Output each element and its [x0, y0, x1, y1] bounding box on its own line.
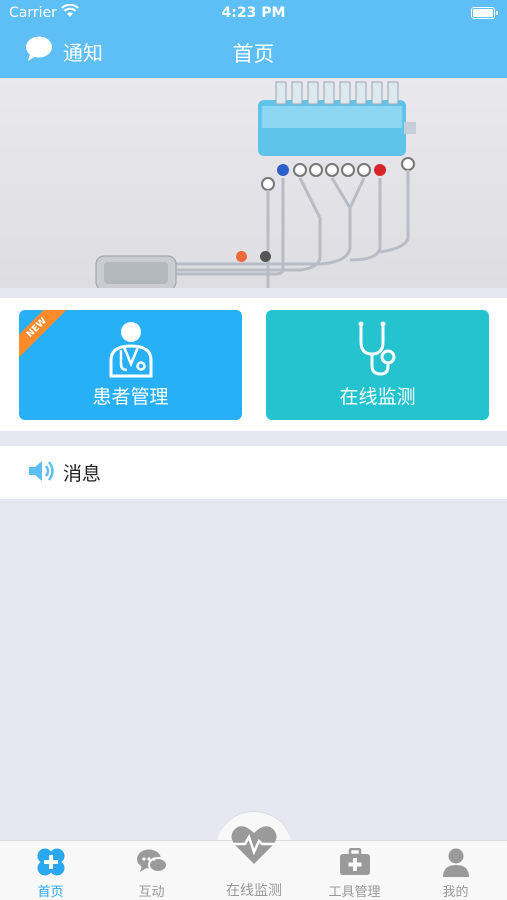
home-cross-icon: [36, 848, 66, 880]
tab-interaction[interactable]: 互动: [101, 841, 202, 900]
messages-label: 消息: [63, 463, 102, 485]
top-bar: Carrier 4:23 PM 通知 首页: [0, 0, 507, 78]
messages-section-header: 消息: [0, 446, 507, 499]
feature-cards: NEW 患者管理 在线监测: [0, 298, 507, 431]
patient-management-card[interactable]: NEW 患者管理: [19, 310, 242, 420]
carousel-dot-active: [236, 251, 247, 262]
tab-interaction-label: 互动: [138, 885, 165, 900]
speaker-icon: [27, 459, 55, 487]
tab-home-label: 首页: [37, 885, 64, 900]
tab-me[interactable]: 我的: [405, 841, 506, 900]
medical-kit-icon: [339, 847, 371, 880]
online-monitoring-card[interactable]: 在线监测: [266, 310, 489, 420]
online-monitoring-label: 在线监测: [339, 386, 416, 408]
tab-online-monitoring-label: 在线监测: [226, 883, 282, 899]
tab-online-monitoring[interactable]: 在线监测: [204, 820, 304, 900]
new-badge: NEW: [19, 310, 69, 360]
patient-management-label: 患者管理: [92, 386, 169, 408]
tab-home[interactable]: 首页: [0, 841, 101, 900]
heart-pulse-icon: [230, 824, 278, 870]
tab-tools[interactable]: 工具管理: [304, 841, 405, 900]
battery-icon: [471, 7, 498, 19]
person-icon: [442, 848, 470, 882]
clock: 4:23 PM: [221, 5, 286, 21]
page-title: 首页: [232, 42, 275, 66]
doctor-icon: [108, 320, 154, 382]
status-bar: Carrier 4:23 PM: [0, 0, 507, 26]
chat-bubbles-icon: [136, 848, 168, 880]
tab-tools-label: 工具管理: [328, 885, 381, 900]
carousel-dot: [260, 251, 271, 262]
tab-me-label: 我的: [442, 885, 469, 900]
stethoscope-icon: [355, 320, 401, 382]
carousel-indicator: [236, 251, 284, 262]
